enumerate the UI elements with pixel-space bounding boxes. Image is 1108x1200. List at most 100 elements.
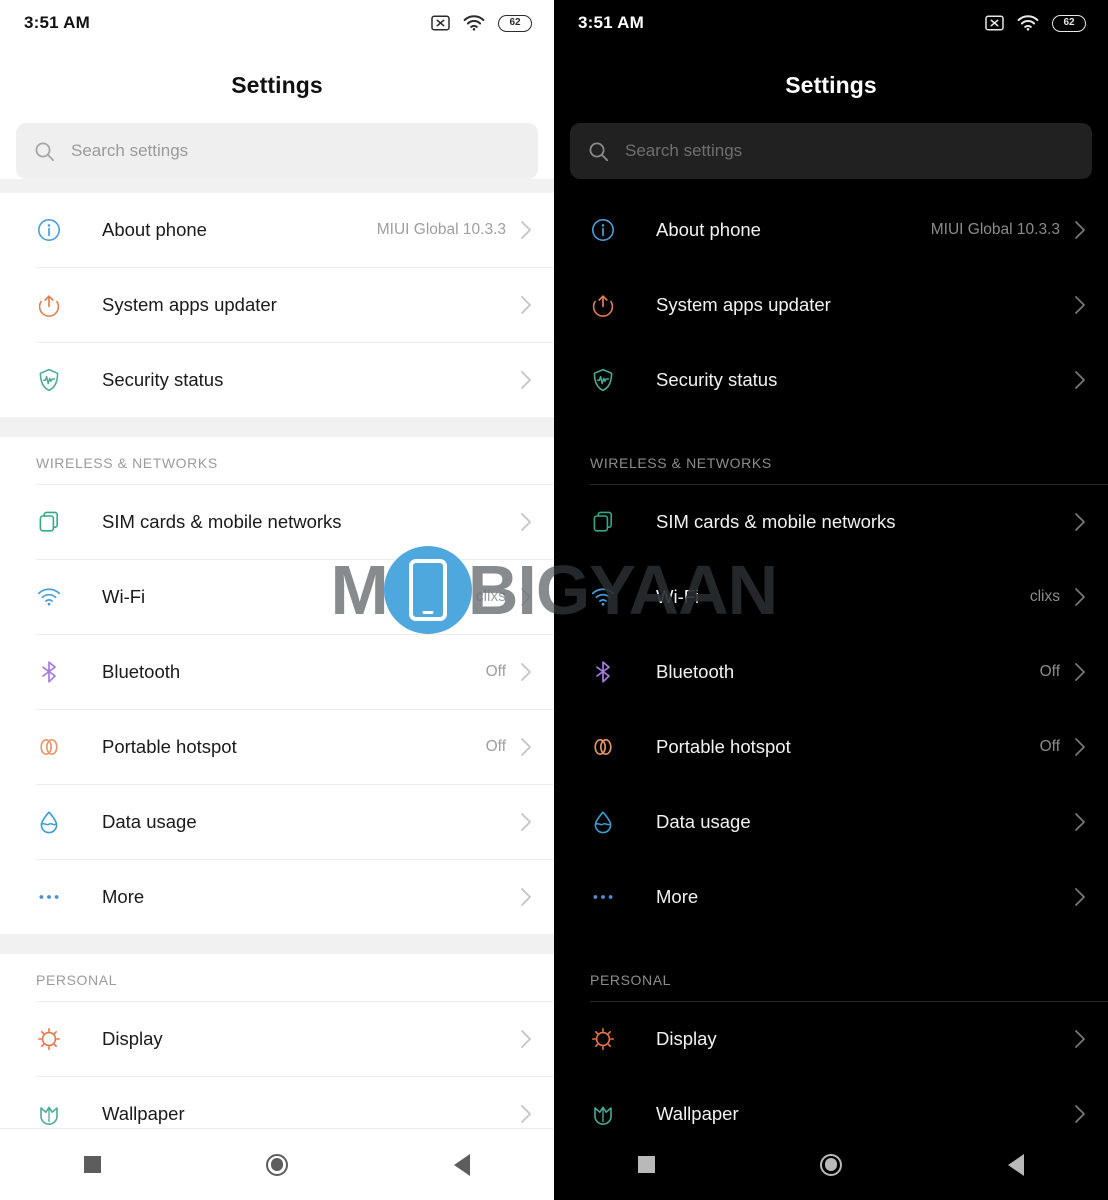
tulip-icon	[590, 1101, 620, 1127]
list-item-label: Portable hotspot	[656, 736, 791, 757]
info-circle-icon	[36, 217, 66, 243]
chevron-right-icon	[1074, 1029, 1086, 1049]
recents-button[interactable]	[554, 1156, 739, 1173]
list-item-value: Off	[485, 738, 506, 755]
status-bar-clock: 3:51 AM	[24, 13, 90, 32]
battery-icon: 62	[1052, 14, 1086, 32]
triangle-left-icon	[1007, 1153, 1024, 1176]
hotspot-rings-icon	[36, 734, 66, 760]
list-item-security-status[interactable]: Security status	[0, 343, 554, 417]
settings-section-personal: PERSONAL Display Wallpaper	[0, 954, 554, 1152]
chevron-right-icon	[1074, 587, 1086, 607]
list-item-security-status[interactable]: Security status	[554, 343, 1108, 417]
search-settings-field[interactable]: Search settings	[570, 123, 1092, 179]
list-item-more[interactable]: More	[554, 860, 1108, 934]
list-top-gap	[0, 179, 554, 193]
wifi-icon	[463, 15, 485, 31]
chevron-right-icon	[1074, 812, 1086, 832]
list-item-label: Wi-Fi	[656, 586, 700, 607]
list-item-portable-hotspot[interactable]: Portable hotspot Off	[554, 710, 1108, 784]
chevron-right-icon	[1074, 1104, 1086, 1124]
section-gap	[554, 417, 1108, 437]
sun-icon	[36, 1026, 66, 1052]
list-item-value: clixs	[1029, 588, 1060, 605]
section-header-wireless: WIRELESS & NETWORKS	[36, 455, 218, 471]
back-button[interactable]	[923, 1153, 1108, 1176]
settings-section-personal: PERSONAL Display Wallpaper	[554, 954, 1108, 1152]
mute-box-icon	[985, 15, 1004, 31]
list-item-label: Portable hotspot	[102, 736, 237, 757]
list-item-wifi[interactable]: Wi-Fi clixs	[0, 560, 554, 634]
list-item-label: Display	[102, 1028, 163, 1049]
triangle-left-icon	[453, 1153, 470, 1176]
list-item-value: Off	[1039, 663, 1060, 680]
list-item-sim-cards[interactable]: SIM cards & mobile networks	[554, 485, 1108, 559]
list-item-system-apps-updater[interactable]: System apps updater	[554, 268, 1108, 342]
list-item-bluetooth[interactable]: Bluetooth Off	[0, 635, 554, 709]
sun-icon	[590, 1026, 620, 1052]
list-item-value: Off	[485, 663, 506, 680]
list-item-label: About phone	[102, 219, 207, 240]
chevron-right-icon	[520, 1029, 532, 1049]
settings-section-wireless: WIRELESS & NETWORKS SIM cards & mobile n…	[0, 437, 554, 934]
search-icon	[34, 141, 55, 162]
chevron-right-icon	[520, 295, 532, 315]
list-item-data-usage[interactable]: Data usage	[0, 785, 554, 859]
list-item-value: clixs	[475, 588, 506, 605]
navigation-bar	[554, 1128, 1108, 1200]
search-settings-field[interactable]: Search settings	[16, 123, 538, 179]
navigation-bar	[0, 1128, 554, 1200]
dual-screenshot-stage: 3:51 AM 62 Settings Search settings Abou…	[0, 0, 1108, 1200]
section-header-personal: PERSONAL	[36, 972, 118, 988]
settings-section-general: About phone MIUI Global 10.3.3 System ap…	[0, 193, 554, 417]
square-icon	[83, 1156, 101, 1173]
search-placeholder-text: Search settings	[625, 141, 743, 160]
section-gap	[554, 934, 1108, 954]
list-item-label: System apps updater	[656, 294, 831, 315]
shield-pulse-icon	[36, 367, 66, 393]
list-item-data-usage[interactable]: Data usage	[554, 785, 1108, 859]
back-button[interactable]	[369, 1153, 554, 1176]
section-gap	[0, 934, 554, 954]
list-item-about-phone[interactable]: About phone MIUI Global 10.3.3	[554, 193, 1108, 267]
light-theme-settings-screen: 3:51 AM 62 Settings Search settings Abou…	[0, 0, 554, 1200]
list-item-value: Off	[1039, 738, 1060, 755]
recents-button[interactable]	[0, 1156, 185, 1173]
chevron-right-icon	[520, 370, 532, 390]
chevron-right-icon	[520, 737, 532, 757]
chevron-right-icon	[1074, 512, 1086, 532]
chevron-right-icon	[520, 512, 532, 532]
page-title: Settings	[785, 72, 877, 98]
list-item-portable-hotspot[interactable]: Portable hotspot Off	[0, 710, 554, 784]
list-item-label: System apps updater	[102, 294, 277, 315]
page-title: Settings	[231, 72, 323, 98]
list-item-about-phone[interactable]: About phone MIUI Global 10.3.3	[0, 193, 554, 267]
list-item-value: MIUI Global 10.3.3	[376, 221, 506, 238]
chevron-right-icon	[520, 662, 532, 682]
home-button[interactable]	[185, 1153, 370, 1176]
chevron-right-icon	[1074, 737, 1086, 757]
chevron-right-icon	[520, 587, 532, 607]
list-item-label: Data usage	[656, 811, 751, 832]
list-item-sim-cards[interactable]: SIM cards & mobile networks	[0, 485, 554, 559]
list-item-display[interactable]: Display	[554, 1002, 1108, 1076]
info-circle-icon	[590, 217, 620, 243]
list-item-display[interactable]: Display	[0, 1002, 554, 1076]
list-item-wifi[interactable]: Wi-Fi clixs	[554, 560, 1108, 634]
battery-level-text: 62	[1063, 17, 1075, 28]
update-arrow-icon	[36, 292, 66, 318]
more-dots-icon	[590, 884, 620, 910]
update-arrow-icon	[590, 292, 620, 318]
list-item-more[interactable]: More	[0, 860, 554, 934]
tulip-icon	[36, 1101, 66, 1127]
list-item-label: Display	[656, 1028, 717, 1049]
list-top-gap	[554, 179, 1108, 193]
bluetooth-icon	[36, 659, 66, 685]
home-button[interactable]	[739, 1153, 924, 1176]
circle-icon	[819, 1153, 842, 1176]
list-item-bluetooth[interactable]: Bluetooth Off	[554, 635, 1108, 709]
chevron-right-icon	[1074, 370, 1086, 390]
list-item-system-apps-updater[interactable]: System apps updater	[0, 268, 554, 342]
list-item-label: More	[102, 886, 145, 907]
circle-icon	[265, 1153, 288, 1176]
